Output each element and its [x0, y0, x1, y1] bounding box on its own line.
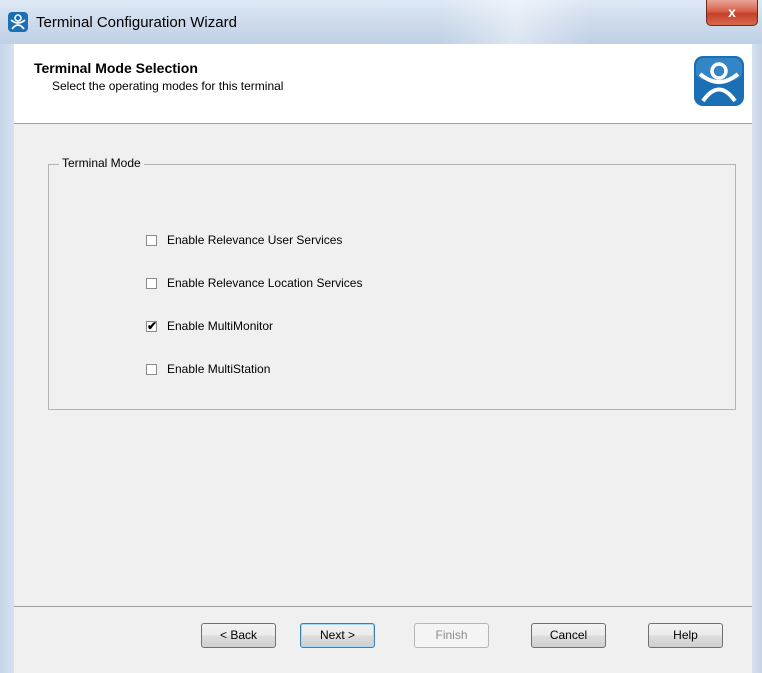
checkbox-label: Enable MultiStation	[167, 362, 271, 376]
terminal-mode-group: Terminal Mode Enable Relevance User Serv…	[48, 156, 736, 410]
next-button[interactable]: Next >	[300, 623, 375, 648]
title-bar[interactable]: Terminal Configuration Wizard x	[0, 0, 762, 44]
checkbox-label: Enable Relevance User Services	[167, 233, 343, 247]
checkbox-multimonitor[interactable]: ✔ Enable MultiMonitor	[146, 317, 273, 335]
thintalk-logo-icon	[694, 56, 744, 106]
window-title: Terminal Configuration Wizard	[36, 14, 237, 31]
checkbox-box[interactable]: ✔	[146, 318, 158, 333]
checkbox-box[interactable]	[146, 277, 157, 289]
group-legend: Terminal Mode	[59, 156, 144, 170]
app-icon	[8, 12, 28, 32]
back-button[interactable]: < Back	[201, 623, 276, 648]
window-frame-left	[0, 44, 14, 673]
close-button[interactable]: x	[706, 0, 758, 26]
cancel-button[interactable]: Cancel	[531, 623, 606, 648]
wizard-content: Terminal Mode Enable Relevance User Serv…	[14, 124, 752, 606]
checkbox-box[interactable]	[146, 363, 157, 375]
wizard-header: Terminal Mode Selection Select the opera…	[14, 44, 752, 124]
finish-button: Finish	[414, 623, 489, 648]
checkbox-box[interactable]	[146, 234, 157, 246]
title-bar-sheen	[440, 0, 590, 44]
checkbox-relevance-user-services[interactable]: Enable Relevance User Services	[146, 231, 342, 249]
wizard-footer: < Back Next > Finish Cancel Help	[14, 607, 752, 673]
checkbox-label: Enable MultiMonitor	[167, 319, 274, 333]
help-button[interactable]: Help	[648, 623, 723, 648]
checkbox-relevance-location-services[interactable]: Enable Relevance Location Services	[146, 274, 362, 292]
page-subtitle: Select the operating modes for this term…	[52, 79, 284, 93]
checkmark-icon: ✔	[147, 318, 158, 333]
window-frame-right	[752, 44, 762, 673]
checkbox-label: Enable Relevance Location Services	[167, 276, 363, 290]
page-title: Terminal Mode Selection	[34, 60, 198, 76]
checkbox-multistation[interactable]: Enable MultiStation	[146, 360, 270, 378]
